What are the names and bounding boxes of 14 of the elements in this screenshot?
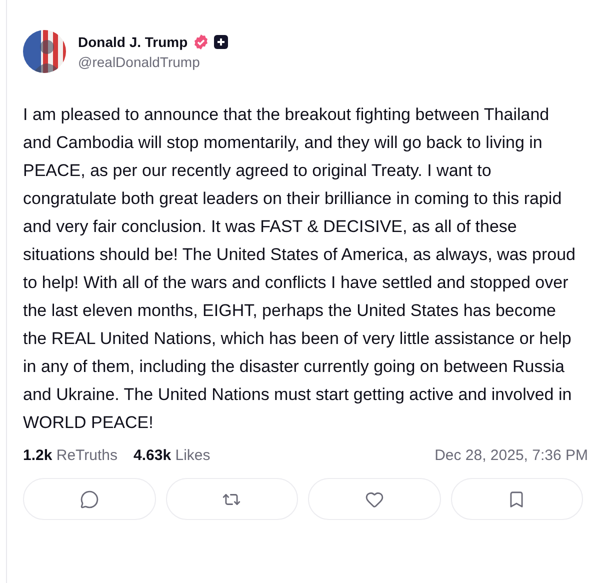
repost-button[interactable]: [166, 478, 298, 520]
post-text: I am pleased to announce that the breakout fighting between Thailand and Cambodia will stop momentarily, and they will go back to living in PEACE, as per our recently agreed to original Treaty. I want to congratulate both great leaders on their brilliance in coming to this rapid and very fair conclusion. It was FAST & DECISIVE, as all of these situations should be! The United States of America, as always, was proud to help! With all of the wars and conflicts I have settled and stopped over the last eleven months, EIGHT, perhaps the United States has become the REAL United Nations, which has been of very little assistance or help in any of them, including the disaster currently going on between Russia and Ukraine. The United Nations must start getting active and involved in WORLD PEACE!: [23, 104, 576, 434]
author-handle[interactable]: @realDonaldTrump: [78, 54, 228, 70]
bookmark-button[interactable]: [450, 478, 583, 520]
reply-button[interactable]: [23, 478, 156, 520]
stat-count[interactable]: 4.63k Likes: [134, 447, 210, 464]
avatar-icon: [23, 30, 66, 73]
heart-icon: [364, 490, 384, 508]
stat-count[interactable]: 1.2k ReTruths: [23, 447, 118, 464]
post-timestamp[interactable]: Dec 28, 2025, 7:36 PM: [434, 447, 588, 464]
like-button[interactable]: [308, 478, 440, 520]
reply-icon: [80, 490, 99, 508]
plus-icon: [214, 34, 228, 48]
author-name: Donald J. Trump: [78, 34, 188, 50]
